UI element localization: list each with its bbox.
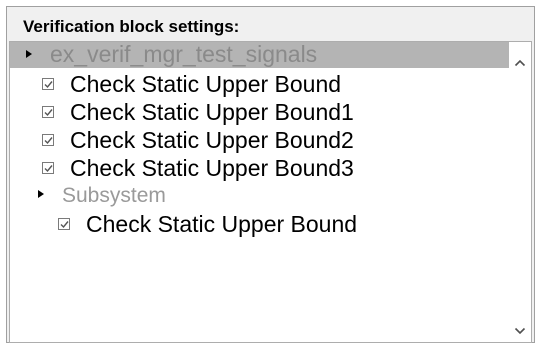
checkbox-checked-icon[interactable] <box>58 217 70 230</box>
expand-arrow-icon[interactable] <box>38 190 44 199</box>
tree-item-label: Check Static Upper Bound <box>70 71 342 97</box>
tree-item-label: Check Static Upper Bound2 <box>70 127 354 153</box>
tree-item-check-static-upper-bound1[interactable]: Check Static Upper Bound1 <box>42 98 354 126</box>
tree-group-ex-verif-mgr-test-signals[interactable]: ex_verif_mgr_test_signals <box>10 42 510 68</box>
tree-item-label: Check Static Upper Bound1 <box>70 99 354 125</box>
expand-arrow-icon[interactable] <box>26 49 32 58</box>
tree-item-check-static-upper-bound[interactable]: Check Static Upper Bound <box>42 70 341 98</box>
tree-item-check-static-upper-bound2[interactable]: Check Static Upper Bound2 <box>42 126 354 154</box>
checkbox-checked-icon[interactable] <box>42 133 54 146</box>
verification-block-tree[interactable]: ex_verif_mgr_test_signals Check Static U… <box>9 41 532 343</box>
tree-item-subsystem-check-static-upper-bound[interactable]: Check Static Upper Bound <box>58 210 357 238</box>
checkbox-checked-icon[interactable] <box>42 161 54 174</box>
checkbox-checked-icon[interactable] <box>42 105 54 118</box>
tree-group-label: Subsystem <box>62 184 166 207</box>
chevron-up-icon[interactable] <box>509 52 531 74</box>
tree-item-check-static-upper-bound3[interactable]: Check Static Upper Bound3 <box>42 154 354 182</box>
tree-item-label: Check Static Upper Bound <box>86 211 358 237</box>
checkbox-checked-icon[interactable] <box>42 77 54 90</box>
vertical-scrollbar[interactable] <box>509 42 531 342</box>
panel-title: Verification block settings: <box>23 17 240 36</box>
tree-group-label: ex_verif_mgr_test_signals <box>50 41 318 67</box>
chevron-down-icon[interactable] <box>509 320 531 342</box>
tree-item-label: Check Static Upper Bound3 <box>70 155 354 181</box>
tree-group-subsystem[interactable]: Subsystem <box>38 182 166 210</box>
